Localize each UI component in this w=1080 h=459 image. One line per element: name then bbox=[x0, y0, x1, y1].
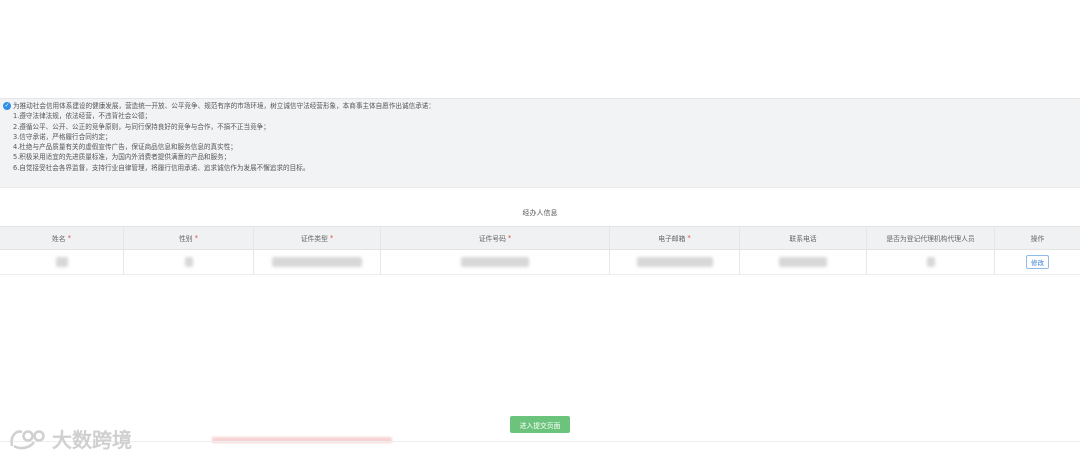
cell-id-type bbox=[254, 250, 381, 274]
redacted-notice bbox=[212, 437, 392, 443]
table-header: 姓名 * 性别 * 证件类型 * 证件号码 * 电子邮箱 * 联系电话 是否为登记代理机构… bbox=[0, 226, 1080, 250]
pledge-item: 4.杜绝与产品质量有关的虚假宣传广告，保证商品信息和服务信息的真实性； bbox=[13, 143, 237, 152]
cell-name bbox=[0, 250, 124, 274]
divider bbox=[0, 441, 1080, 442]
pledge-intro: 为推动社会信用体系建设的健康发展，营造统一开放、公平竞争、规范有序的市场环境，树… bbox=[13, 102, 435, 110]
edit-button[interactable]: 修改 bbox=[1026, 255, 1049, 269]
column-header-phone: 联系电话 bbox=[740, 227, 867, 249]
brand-logo-icon bbox=[10, 429, 45, 449]
cell-action: 修改 bbox=[995, 250, 1080, 274]
pledge-item: 2.遵循公平、公开、公正的竞争原则，与同行保持良好的竞争与合作，不搞不正当竞争； bbox=[13, 122, 270, 131]
watermark: 大数跨境 bbox=[8, 424, 132, 453]
column-header-is-agent: 是否为登记代理机构代理人员 bbox=[867, 227, 995, 249]
column-header-gender: 性别 * bbox=[124, 227, 254, 249]
pledge-item: 6.自觉接受社会各界监督，支持行业自律管理，将履行信用承诺、追求诚信作为发展不懈… bbox=[13, 163, 310, 172]
agent-table: 姓名 * 性别 * 证件类型 * 证件号码 * 电子邮箱 * 联系电话 是否为登记代理机构… bbox=[0, 226, 1080, 275]
pledge-item: 1.遵守法律法规，依法经营，不违背社会公德； bbox=[13, 112, 152, 121]
submit-button[interactable]: 进入提交页面 bbox=[510, 416, 570, 433]
pledge-item: 3.信守承诺，严格履行合同约定； bbox=[13, 132, 112, 141]
pledge-item: 5.积极采用适宜的先进质量标准，为国内外消费者提供满意的产品和服务； bbox=[13, 153, 231, 162]
column-header-name: 姓名 * bbox=[0, 227, 124, 249]
pledge-panel: ✓ 为推动社会信用体系建设的健康发展，营造统一开放、公平竞争、规范有序的市场环境… bbox=[0, 98, 1080, 188]
column-header-email: 电子邮箱 * bbox=[610, 227, 740, 249]
cell-email bbox=[610, 250, 740, 274]
column-header-id-number: 证件号码 * bbox=[381, 227, 610, 249]
table-row: 修改 bbox=[0, 250, 1080, 275]
section-title: 经办人信息 bbox=[522, 209, 558, 217]
checkbox-checked-icon[interactable]: ✓ bbox=[3, 102, 11, 110]
cell-id-number bbox=[381, 250, 610, 274]
cell-gender bbox=[124, 250, 254, 274]
column-header-id-type: 证件类型 * bbox=[254, 227, 381, 249]
watermark-text: 大数跨境 bbox=[52, 428, 132, 452]
cell-is-agent bbox=[867, 250, 995, 274]
column-header-action: 操作 bbox=[1030, 235, 1045, 243]
cell-phone bbox=[740, 250, 867, 274]
